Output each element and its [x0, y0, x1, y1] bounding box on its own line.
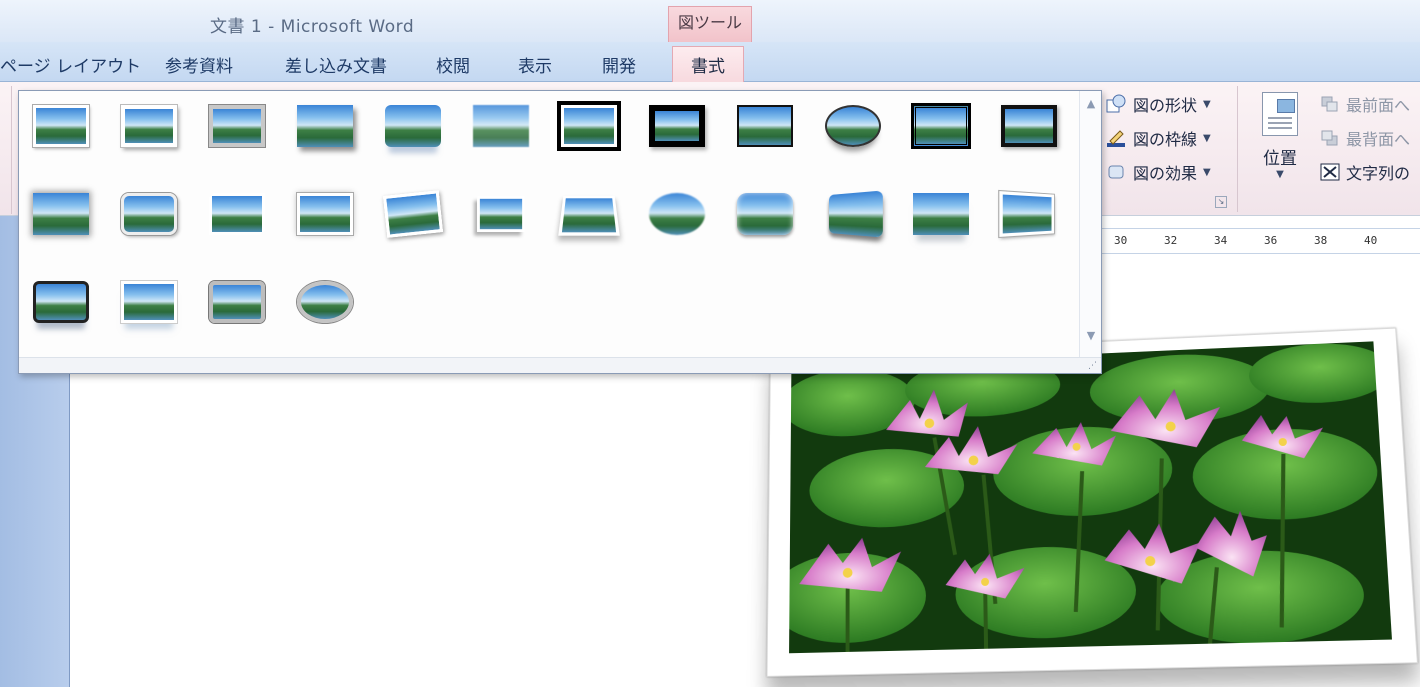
- dialog-launcher-icon[interactable]: ↘: [1215, 196, 1227, 208]
- picture-style-metal-rounded-black[interactable]: [29, 277, 93, 329]
- send-to-back-label: 最背面へ: [1346, 126, 1410, 150]
- picture-style-soft-edge-oval[interactable]: [29, 189, 93, 241]
- picture-style-beveled-matte-white[interactable]: [117, 101, 181, 153]
- picture-style-soft-edge-rectangle[interactable]: [469, 101, 533, 153]
- picture-style-metal-rounded-gray[interactable]: [205, 277, 269, 329]
- position-button[interactable]: 位置 ▼: [1255, 92, 1305, 192]
- picture-style-center-shadow-rectangle[interactable]: [293, 189, 357, 241]
- pencil-icon: [1105, 128, 1127, 148]
- ruler-tick: 40: [1364, 234, 1377, 247]
- ruler-tick: 30: [1114, 234, 1127, 247]
- bring-to-front-label: 最前面へ: [1346, 92, 1410, 116]
- tab-developer[interactable]: 開発: [602, 52, 636, 77]
- picture-style-thick-frame-black[interactable]: [997, 101, 1061, 153]
- tab-page-layout[interactable]: ページ レイアウト: [0, 52, 141, 77]
- picture-tools-header: 図ツール: [668, 6, 752, 42]
- picture-style-reflected-white[interactable]: [117, 277, 181, 329]
- picture-style-bevel-rounded[interactable]: [733, 189, 797, 241]
- ribbon-group-separator: [0, 86, 12, 214]
- scroll-up-icon[interactable]: ▲: [1084, 97, 1098, 111]
- ruler-tick: 34: [1214, 234, 1227, 247]
- window-title: 文書 1 - Microsoft Word: [210, 12, 414, 37]
- scroll-down-icon[interactable]: ▼: [1084, 329, 1098, 343]
- send-back-icon: [1320, 129, 1340, 147]
- picture-style-double-frame-black[interactable]: [557, 101, 621, 153]
- picture-shape-label: 図の形状: [1133, 92, 1197, 116]
- picture-style-simple-frame-white[interactable]: [29, 101, 93, 153]
- tab-mailings[interactable]: 差し込み文書: [285, 52, 387, 77]
- picture-effects-button[interactable]: 図の効果 ▼: [1105, 159, 1211, 185]
- tab-references[interactable]: 参考資料: [165, 52, 233, 77]
- picture-effects-icon: [1105, 162, 1127, 182]
- lily-pond-image: [789, 341, 1392, 653]
- picture-style-reflected-rounded[interactable]: [381, 101, 445, 153]
- gallery-footer: ⋰: [19, 357, 1101, 373]
- picture-effects-label: 図の効果: [1133, 160, 1197, 184]
- picture-border-button[interactable]: 図の枠線 ▼: [1105, 125, 1211, 151]
- picture-style-drop-shadow-rectangle[interactable]: [293, 101, 357, 153]
- ruler-tick: 32: [1164, 234, 1177, 247]
- tab-view[interactable]: 表示: [518, 52, 552, 77]
- picture-style-perspective-left[interactable]: [997, 189, 1061, 241]
- picture-style-compound-frame-black[interactable]: [909, 101, 973, 153]
- picture-style-relaxed-perspective-white[interactable]: [557, 189, 621, 241]
- picture-styles-gallery: ▲ ▼ ⋰: [18, 90, 1102, 374]
- selected-picture[interactable]: [767, 328, 1419, 677]
- bring-to-front-button[interactable]: 最前面へ: [1320, 91, 1410, 117]
- text-wrap-button[interactable]: 文字列の: [1320, 159, 1410, 185]
- tab-review[interactable]: 校閲: [436, 52, 470, 77]
- picture-shape-button[interactable]: 図の形状 ▼: [1105, 91, 1211, 117]
- picture-style-bevel-rectangle[interactable]: [117, 189, 181, 241]
- picture-shape-icon: [1105, 94, 1127, 114]
- ruler-tick: 38: [1314, 234, 1327, 247]
- picture-style-rotated-white[interactable]: [381, 189, 445, 241]
- chevron-down-icon: ▼: [1203, 133, 1211, 144]
- chevron-down-icon: ▼: [1203, 167, 1211, 178]
- picture-style-metal-frame[interactable]: [205, 101, 269, 153]
- title-bar: 文書 1 - Microsoft Word 図ツール: [0, 0, 1420, 42]
- bring-front-icon: [1320, 95, 1340, 113]
- picture-style-thick-matte-black[interactable]: [645, 101, 709, 153]
- chevron-down-icon: ▼: [1203, 99, 1211, 110]
- picture-style-metal-oval[interactable]: [293, 277, 357, 329]
- picture-style-perspective-shadow-white[interactable]: [469, 189, 533, 241]
- text-wrap-icon: [1320, 163, 1340, 181]
- text-wrap-label: 文字列の: [1346, 160, 1410, 184]
- position-icon: [1262, 92, 1298, 136]
- horizontal-ruler[interactable]: 30 32 34 36 38 40: [1100, 228, 1420, 254]
- ribbon-tab-row: ページ レイアウト 参考資料 差し込み文書 校閲 表示 開発 書式: [0, 42, 1420, 82]
- picture-style-soft-edge-oval-2[interactable]: [645, 189, 709, 241]
- water-lily-photo: [789, 341, 1392, 653]
- picture-border-label: 図の枠線: [1133, 126, 1197, 150]
- ruler-tick: 36: [1264, 234, 1277, 247]
- gallery-scrollbar[interactable]: ▲ ▼: [1079, 91, 1101, 357]
- position-label: 位置: [1255, 144, 1305, 169]
- send-to-back-button[interactable]: 最背面へ: [1320, 125, 1410, 151]
- picture-style-snip-diagonal-corner[interactable]: [205, 189, 269, 241]
- picture-style-simple-frame-black[interactable]: [733, 101, 797, 153]
- chevron-down-icon: ▼: [1255, 169, 1305, 180]
- picture-style-reflected-bevel-white[interactable]: [909, 189, 973, 241]
- resize-grip-icon[interactable]: ⋰: [1088, 361, 1097, 371]
- picture-style-beveled-oval-black[interactable]: [821, 101, 885, 153]
- picture-style-bevel-perspective[interactable]: [821, 189, 885, 241]
- tab-format[interactable]: 書式: [672, 46, 744, 83]
